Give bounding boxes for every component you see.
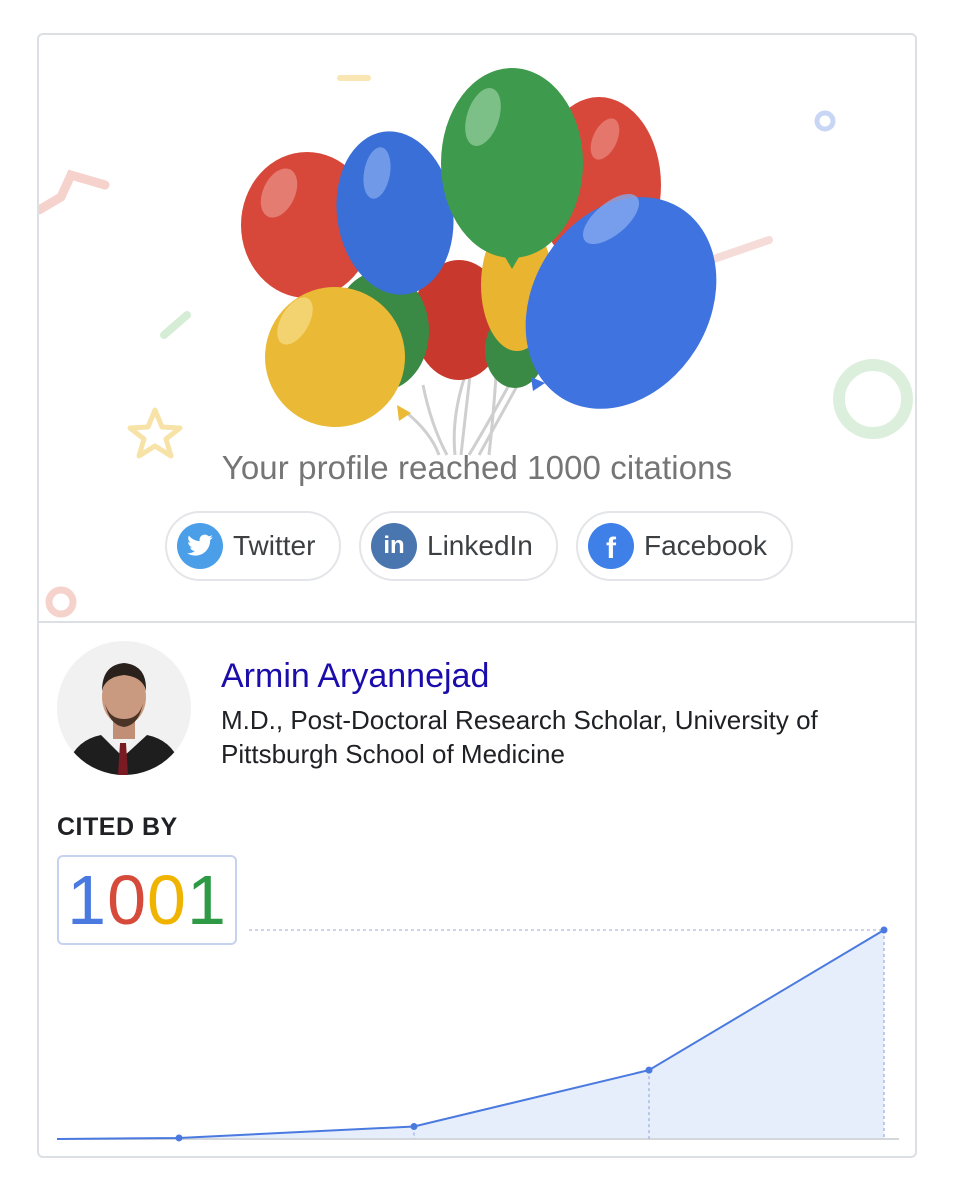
celebration-banner: Your profile reached 1000 citations Twit…: [39, 35, 915, 621]
confetti-ring-small: [814, 110, 836, 132]
linkedin-icon: in: [371, 523, 417, 569]
milestone-headline: Your profile reached 1000 citations: [221, 449, 733, 486]
share-twitter-label: Twitter: [233, 530, 316, 561]
confetti-squiggle: [39, 169, 110, 215]
citation-chart: '20 '21 '22 '23: [56, 926, 899, 1158]
twitter-icon: [177, 523, 223, 569]
chart-area-fill: [57, 930, 884, 1139]
share-linkedin-label: LinkedIn: [427, 530, 533, 561]
chart-x-tick-label: '22: [635, 1152, 664, 1158]
chart-x-tick-label: '21: [400, 1152, 429, 1158]
confetti-ring-green: [833, 359, 913, 439]
chart-x-tick-label: '23: [870, 1152, 899, 1158]
chart-data-point: [880, 926, 888, 934]
share-facebook-button[interactable]: f Facebook: [576, 511, 793, 581]
confetti-dash: [337, 75, 371, 81]
citation-milestone-card: Your profile reached 1000 citations Twit…: [37, 33, 917, 1158]
chart-data-point: [410, 1122, 418, 1130]
confetti-dash-green: [160, 311, 191, 339]
confetti-dash-red: [707, 236, 773, 264]
share-facebook-label: Facebook: [644, 530, 767, 561]
share-linkedin-button[interactable]: in LinkedIn: [359, 511, 558, 581]
chart-data-point: [175, 1134, 183, 1142]
chart-x-tick-label: '20: [165, 1152, 194, 1158]
chart-data-point: [645, 1066, 653, 1074]
facebook-icon: f: [588, 523, 634, 569]
confetti-ring-red: [45, 586, 77, 618]
share-twitter-button[interactable]: Twitter: [165, 511, 341, 581]
